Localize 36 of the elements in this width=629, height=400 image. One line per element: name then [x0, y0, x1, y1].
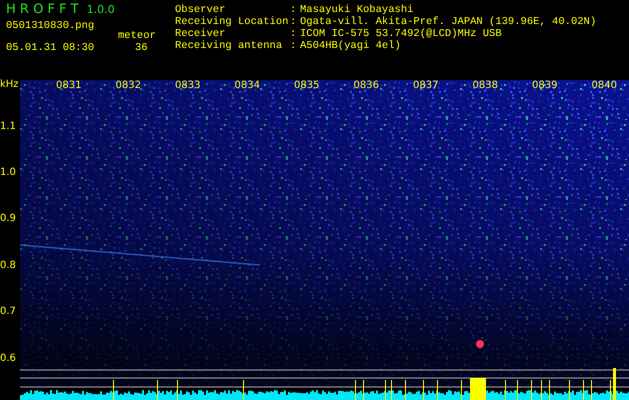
info-separator: : [290, 4, 298, 16]
info-value: A504HB(yagi 4el) [300, 40, 402, 52]
time-label: 0831 [56, 80, 82, 92]
time-label: 0839 [532, 80, 558, 92]
info-value: Masayuki Kobayashi [300, 4, 414, 16]
time-label: 0832 [116, 80, 142, 92]
info-label: Observer [175, 4, 226, 16]
app-logo-text: H R O F F T [6, 2, 79, 17]
meteor-label: meteor [118, 30, 157, 42]
time-label: 0840 [592, 80, 618, 92]
time-label: 0836 [354, 80, 380, 92]
info-label: Receiving antenna [175, 40, 284, 52]
info-separator: : [290, 28, 298, 40]
time-label: 0833 [175, 80, 202, 92]
info-value: Ogata-vill. Akita-Pref. JAPAN (139.96E, 40.02N) [300, 16, 596, 28]
axis-unit: kHz [0, 80, 20, 92]
time-label: 0838 [472, 80, 499, 92]
file-name: 0501310830.png [6, 19, 96, 34]
info-separator: : [290, 40, 298, 52]
time-label: 0837 [413, 80, 440, 92]
frequency-label: 0.7 [0, 307, 17, 320]
frequency-label: 0.6 [0, 354, 17, 366]
frequency-label: 1.0 [0, 168, 17, 180]
version-text: 1.0.0 [86, 3, 115, 16]
meteor-echo-mark [476, 340, 484, 348]
time-label: 0835 [294, 80, 320, 92]
frequency-label: 0.8 [0, 260, 17, 273]
info-separator: : [290, 16, 298, 28]
info-value: ICOM IC-575 53.7492(@LCD)MHz USB [300, 28, 503, 40]
frequency-label: 1.1 [0, 122, 17, 134]
date-time: 05.01.31 08:30 [6, 42, 96, 54]
info-label: Receiver [175, 28, 226, 40]
frequency-label: 0.9 [0, 214, 17, 226]
time-label: 0834 [234, 80, 261, 92]
meteor-count: 36 [134, 42, 149, 54]
info-label: Receiving Location [175, 16, 290, 28]
